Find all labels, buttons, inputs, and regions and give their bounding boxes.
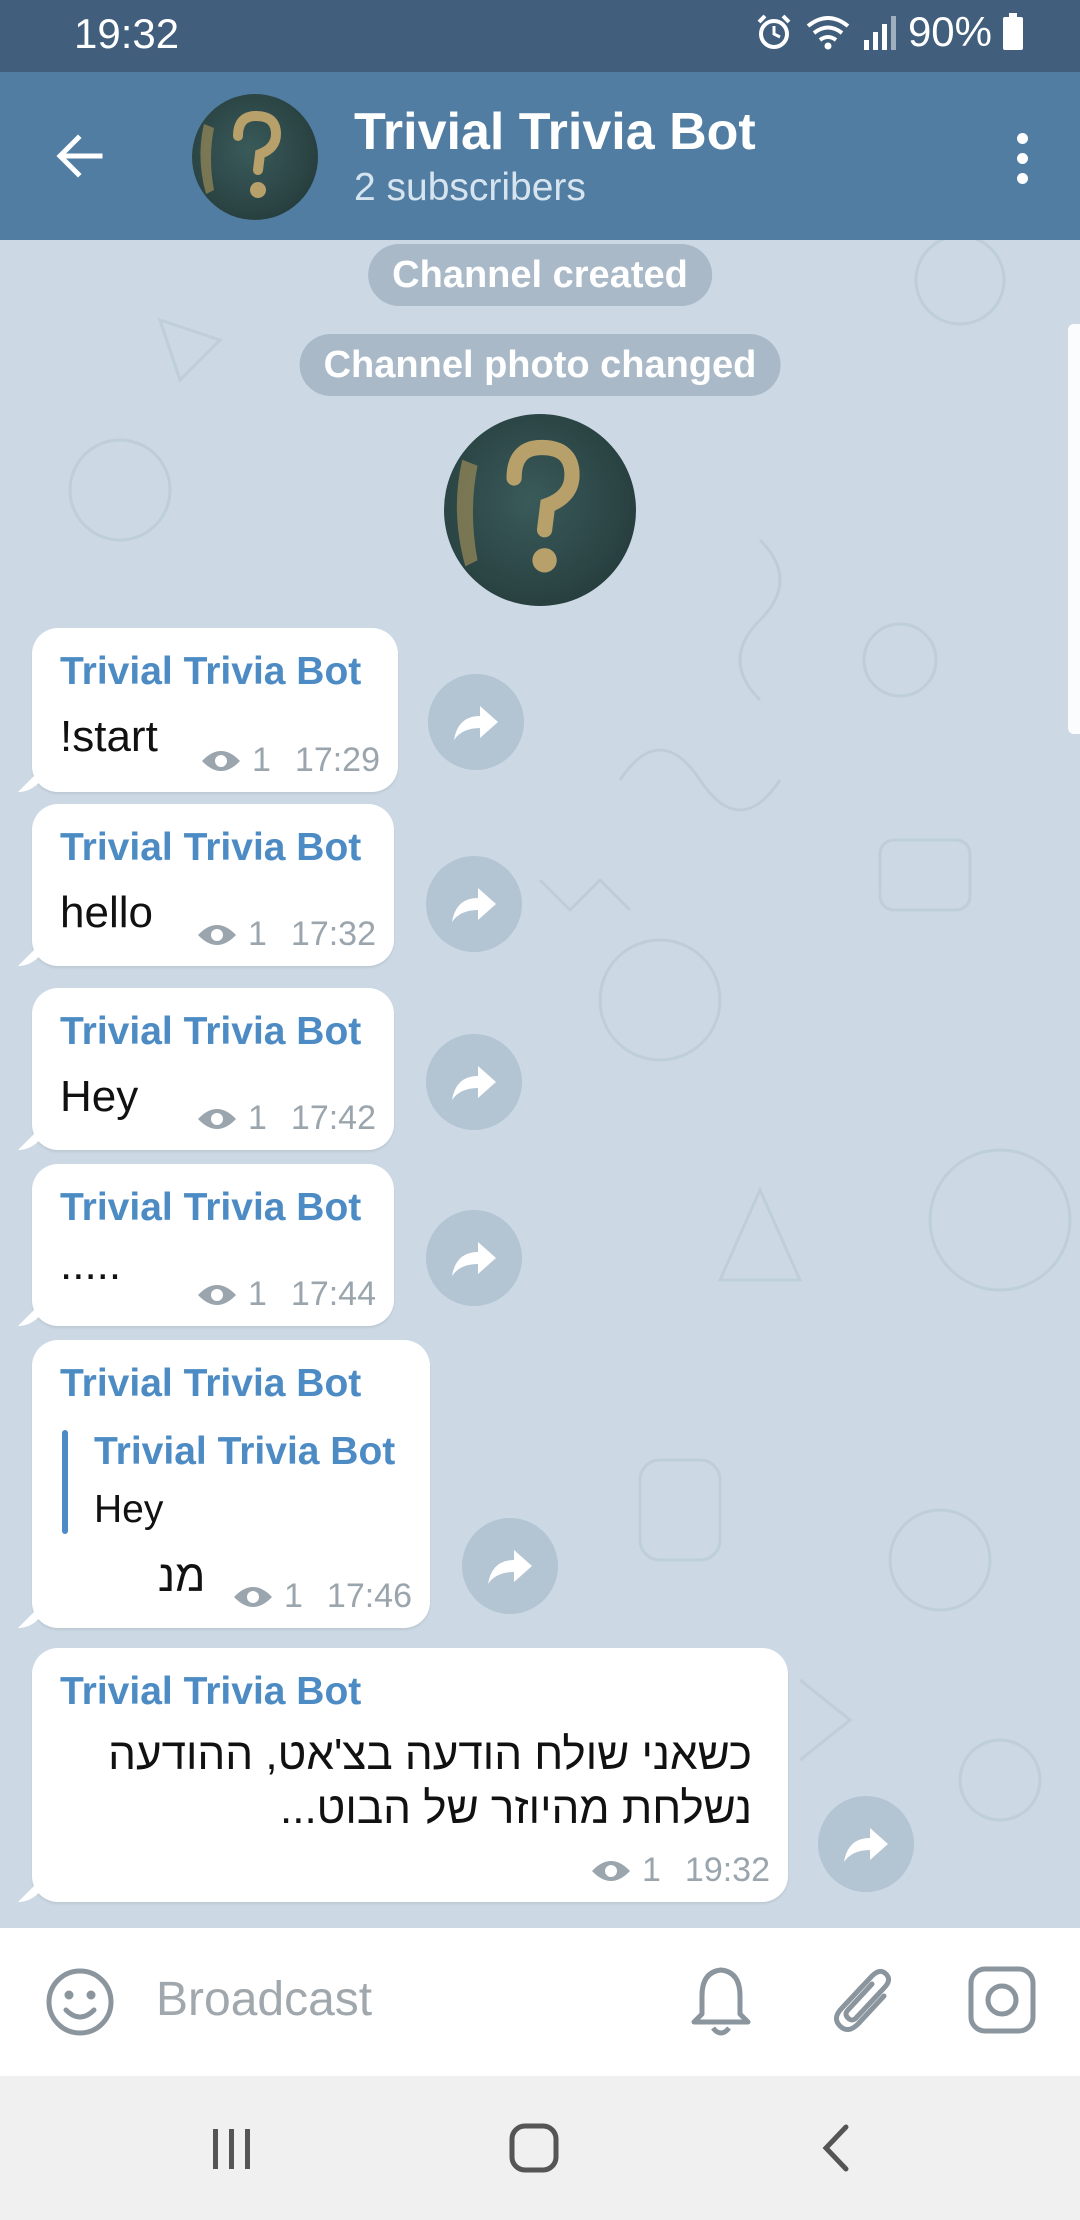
status-bar: 19:32 90% (0, 0, 1080, 72)
message-sender[interactable]: Trivial Trivia Bot (60, 650, 361, 694)
question-island-image (456, 439, 580, 573)
message-meta: 1 17:44 (196, 1275, 376, 1314)
message-bubble[interactable]: Trivial Trivia Bot hello 1 17:32 (32, 804, 394, 966)
notification-toggle-button[interactable] (688, 1964, 754, 2045)
message-text: ..... (60, 1240, 122, 1289)
message-bubble[interactable]: Trivial Trivia Bot !start 1 17:29 (32, 628, 398, 792)
status-icons: 90% (754, 8, 1024, 56)
wifi-icon (806, 16, 850, 50)
view-count: 1 (247, 1099, 267, 1137)
bell-icon (691, 1967, 751, 2036)
message-meta: 1 17:29 (200, 741, 380, 780)
message-text: Hey (60, 1072, 139, 1121)
arrow-left-icon (56, 134, 103, 178)
scrollbar[interactable] (1068, 324, 1080, 734)
message-text: מנ (158, 1552, 206, 1601)
smiley-icon (46, 1968, 114, 2036)
message-time: 17:44 (290, 1275, 376, 1313)
share-icon (488, 1550, 532, 1584)
message-sender[interactable]: Trivial Trivia Bot (60, 1362, 361, 1406)
message-time: 19:32 (684, 1851, 770, 1889)
share-button[interactable] (462, 1518, 558, 1614)
eye-icon (233, 1586, 272, 1607)
battery-percent: 90% (907, 8, 992, 55)
message-bubble[interactable]: Trivial Trivia Bot ..... 1 17:44 (32, 1164, 394, 1326)
reply-sender[interactable]: Trivial Trivia Bot (94, 1430, 395, 1474)
message-text: !start (60, 712, 158, 761)
message-text-line-2: נשלחת מהיוזר של הבוט... (280, 1784, 752, 1833)
message-bubble[interactable]: Trivial Trivia Bot Hey 1 17:42 (32, 988, 394, 1150)
broadcast-input[interactable]: Broadcast (156, 1972, 372, 2027)
battery-icon (1003, 13, 1023, 50)
message-sender[interactable]: Trivial Trivia Bot (60, 1670, 361, 1714)
recents-icon (213, 2129, 250, 2169)
message-sender[interactable]: Trivial Trivia Bot (60, 1186, 361, 1230)
view-count: 1 (247, 915, 267, 953)
message-time: 17:32 (290, 915, 376, 953)
paperclip-icon (834, 1968, 892, 2032)
view-count: 1 (251, 741, 271, 779)
reply-text[interactable]: Hey (94, 1488, 163, 1532)
message-meta: 1 19:32 (590, 1851, 770, 1890)
message-meta: 1 17:42 (196, 1099, 376, 1138)
message-time: 17:46 (326, 1577, 412, 1615)
attach-button[interactable] (828, 1964, 898, 2045)
message-meta: 1 17:46 (232, 1577, 412, 1616)
more-vert-icon (1016, 132, 1028, 144)
eye-icon (197, 1284, 236, 1305)
share-button[interactable] (426, 856, 522, 952)
share-icon (452, 1242, 496, 1276)
channel-avatar[interactable] (192, 94, 318, 220)
back-nav-button[interactable] (796, 2116, 876, 2180)
view-count: 1 (641, 1851, 661, 1889)
alarm-icon (757, 14, 791, 49)
signal-icon (863, 16, 896, 50)
app-bar: Trivial Trivia Bot 2 subscribers (0, 72, 1080, 240)
message-text-line-1: כשאני שולח הודעה בצ'אט, ההודעה (108, 1730, 752, 1779)
share-button[interactable] (426, 1210, 522, 1306)
subscriber-count: 2 subscribers (354, 166, 586, 209)
message-sender[interactable]: Trivial Trivia Bot (60, 826, 361, 870)
share-icon (844, 1828, 888, 1862)
emoji-button[interactable] (44, 1966, 116, 2043)
message-bubble[interactable]: Trivial Trivia Bot Trivial Trivia Bot He… (32, 1340, 430, 1628)
share-button[interactable] (426, 1034, 522, 1130)
view-count: 1 (247, 1275, 267, 1313)
message-bubble[interactable]: Trivial Trivia Bot כשאני שולח הודעה בצ'א… (32, 1648, 788, 1902)
question-island-image (200, 110, 282, 198)
input-bar: Broadcast (0, 1928, 1080, 2076)
eye-icon (591, 1860, 630, 1881)
channel-title[interactable]: Trivial Trivia Bot (354, 102, 756, 162)
eye-icon (197, 1108, 236, 1129)
view-count: 1 (283, 1577, 303, 1615)
message-meta: 1 17:32 (196, 915, 376, 954)
camera-button[interactable] (966, 1964, 1038, 2041)
home-button[interactable] (494, 2116, 574, 2180)
message-time: 17:42 (290, 1099, 376, 1137)
channel-photo[interactable] (444, 414, 636, 606)
message-sender[interactable]: Trivial Trivia Bot (60, 1010, 361, 1054)
service-channel-created: Channel created (368, 244, 712, 306)
message-text: hello (60, 888, 153, 937)
system-nav-bar (0, 2076, 1080, 2220)
share-icon (454, 706, 498, 740)
instagram-camera-icon (968, 1966, 1036, 2034)
message-time: 17:29 (294, 741, 380, 779)
eye-icon (197, 924, 236, 945)
chat-area[interactable]: Channel created Channel photo changed Tr… (0, 240, 1080, 1928)
recent-apps-button[interactable] (192, 2116, 272, 2180)
share-icon (452, 888, 496, 922)
chevron-left-icon (822, 2124, 849, 2172)
eye-icon (201, 750, 240, 771)
share-button[interactable] (428, 674, 524, 770)
reply-quote-bar (62, 1430, 68, 1534)
back-button[interactable] (40, 116, 120, 196)
more-options-button[interactable] (992, 118, 1052, 198)
share-button[interactable] (818, 1796, 914, 1892)
status-time: 19:32 (74, 10, 180, 57)
service-photo-changed: Channel photo changed (299, 334, 781, 396)
home-icon (509, 2123, 559, 2173)
share-icon (452, 1066, 496, 1100)
